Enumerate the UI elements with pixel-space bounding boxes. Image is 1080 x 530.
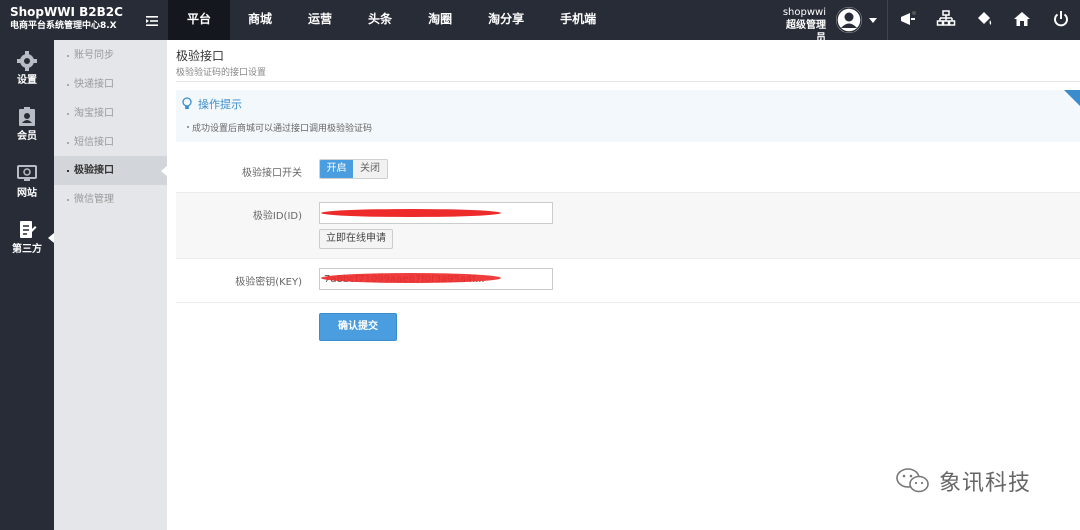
menu-toggle-icon[interactable] bbox=[146, 16, 158, 26]
submenu-item-geetest[interactable]: 极验接口 bbox=[54, 156, 167, 185]
sidebar-item-label: 第三方 bbox=[12, 244, 42, 255]
gear-icon bbox=[17, 51, 37, 71]
user-avatar-icon bbox=[836, 7, 862, 33]
top-bar: ShopWWI B2B2C 电商平台系统管理中心8.X 平台 商城 运营 头条 … bbox=[0, 0, 1080, 44]
sidebar-item-members[interactable]: 会员 bbox=[0, 96, 54, 152]
page-title: 极验接口 bbox=[176, 49, 225, 63]
watermark-text: 象讯科技 bbox=[939, 471, 1032, 496]
toolbar-divider bbox=[887, 0, 888, 40]
row-divider bbox=[176, 258, 1080, 259]
nav-item-mobile[interactable]: 手机端 bbox=[542, 0, 614, 40]
avatar[interactable] bbox=[836, 7, 862, 33]
apply-online-button[interactable]: 立即在线申请 bbox=[319, 229, 393, 249]
megaphone-icon[interactable] bbox=[898, 9, 918, 29]
home-icon[interactable] bbox=[1012, 9, 1032, 29]
brand-subtitle: 电商平台系统管理中心8.X bbox=[10, 21, 117, 31]
user-name: shopwwi bbox=[782, 7, 826, 18]
sidebar-item-label: 网站 bbox=[17, 188, 37, 199]
brand-title: ShopWWI B2B2C bbox=[10, 5, 123, 19]
submenu-item-account-sync[interactable]: 账号同步 bbox=[54, 41, 167, 70]
sidebar-item-label: 会员 bbox=[17, 131, 37, 142]
submenu-active-indicator bbox=[161, 166, 167, 176]
key-label: 极验密钥(KEY) bbox=[235, 277, 302, 288]
switch-label: 极验接口开关 bbox=[242, 168, 302, 179]
submit-button[interactable]: 确认提交 bbox=[319, 313, 397, 341]
nav-item-platform[interactable]: 平台 bbox=[168, 0, 231, 40]
nav-item-taoquan[interactable]: 淘圈 bbox=[410, 0, 470, 40]
main-nav: 平台 商城 运营 头条 淘圈 淘分享 手机端 bbox=[168, 0, 614, 40]
wechat-icon bbox=[896, 468, 929, 493]
submenu-item-sms[interactable]: 短信接口 bbox=[54, 128, 167, 157]
brand: ShopWWI B2B2C 电商平台系统管理中心8.X bbox=[10, 5, 135, 33]
sidebar-item-settings[interactable]: 设置 bbox=[0, 40, 54, 96]
sidebar-item-website[interactable]: 网站 bbox=[0, 153, 54, 209]
watermark: 象讯科技 bbox=[895, 465, 1031, 497]
tips-text: 成功设置后商城可以通过接口调用极验验证码 bbox=[186, 121, 372, 134]
website-icon bbox=[17, 165, 37, 181]
sitemap-icon[interactable] bbox=[936, 9, 956, 29]
lightbulb-icon bbox=[182, 97, 192, 109]
chevron-down-icon[interactable] bbox=[869, 18, 877, 23]
sidebar-item-label: 设置 bbox=[17, 75, 37, 86]
member-card-icon bbox=[19, 107, 35, 126]
submenu-item-express[interactable]: 快递接口 bbox=[54, 70, 167, 99]
nav-item-mall[interactable]: 商城 bbox=[230, 0, 290, 40]
id-label: 极验ID(ID) bbox=[252, 211, 302, 222]
third-party-icon bbox=[20, 221, 37, 238]
tips-title: 操作提示 bbox=[198, 98, 242, 111]
submenu-item-wechat[interactable]: 微信管理 bbox=[54, 185, 167, 214]
switch-on-button[interactable]: 开启 bbox=[320, 160, 353, 178]
geetest-switch[interactable]: 开启 关闭 bbox=[319, 159, 388, 179]
divider bbox=[176, 81, 1080, 82]
paint-bucket-icon[interactable] bbox=[974, 9, 994, 29]
nav-item-operations[interactable]: 运营 bbox=[290, 0, 350, 40]
secondary-sidebar: 账号同步 快递接口 淘宝接口 短信接口 极验接口 微信管理 bbox=[54, 40, 167, 530]
nav-item-taoshare[interactable]: 淘分享 bbox=[470, 0, 542, 40]
nav-item-headlines[interactable]: 头条 bbox=[350, 0, 410, 40]
tips-collapse-toggle[interactable] bbox=[1064, 90, 1080, 106]
power-icon[interactable] bbox=[1051, 9, 1071, 29]
row-divider bbox=[176, 302, 1080, 303]
primary-sidebar: 设置 会员 网站 第三方 bbox=[0, 40, 54, 530]
page-subtitle: 极验验证码的接口设置 bbox=[176, 68, 267, 78]
row-background bbox=[176, 193, 1080, 258]
redaction-mark bbox=[321, 273, 501, 283]
redaction-mark bbox=[321, 209, 501, 217]
submenu-item-taobao[interactable]: 淘宝接口 bbox=[54, 99, 167, 128]
switch-off-button[interactable]: 关闭 bbox=[353, 160, 387, 178]
main-content: 极验接口 极验验证码的接口设置 操作提示 成功设置后商城可以通过接口调用极验验证… bbox=[176, 40, 1080, 530]
sidebar-item-third-party[interactable]: 第三方 bbox=[0, 209, 54, 265]
tips-panel: 操作提示 成功设置后商城可以通过接口调用极验验证码 bbox=[176, 90, 1080, 142]
